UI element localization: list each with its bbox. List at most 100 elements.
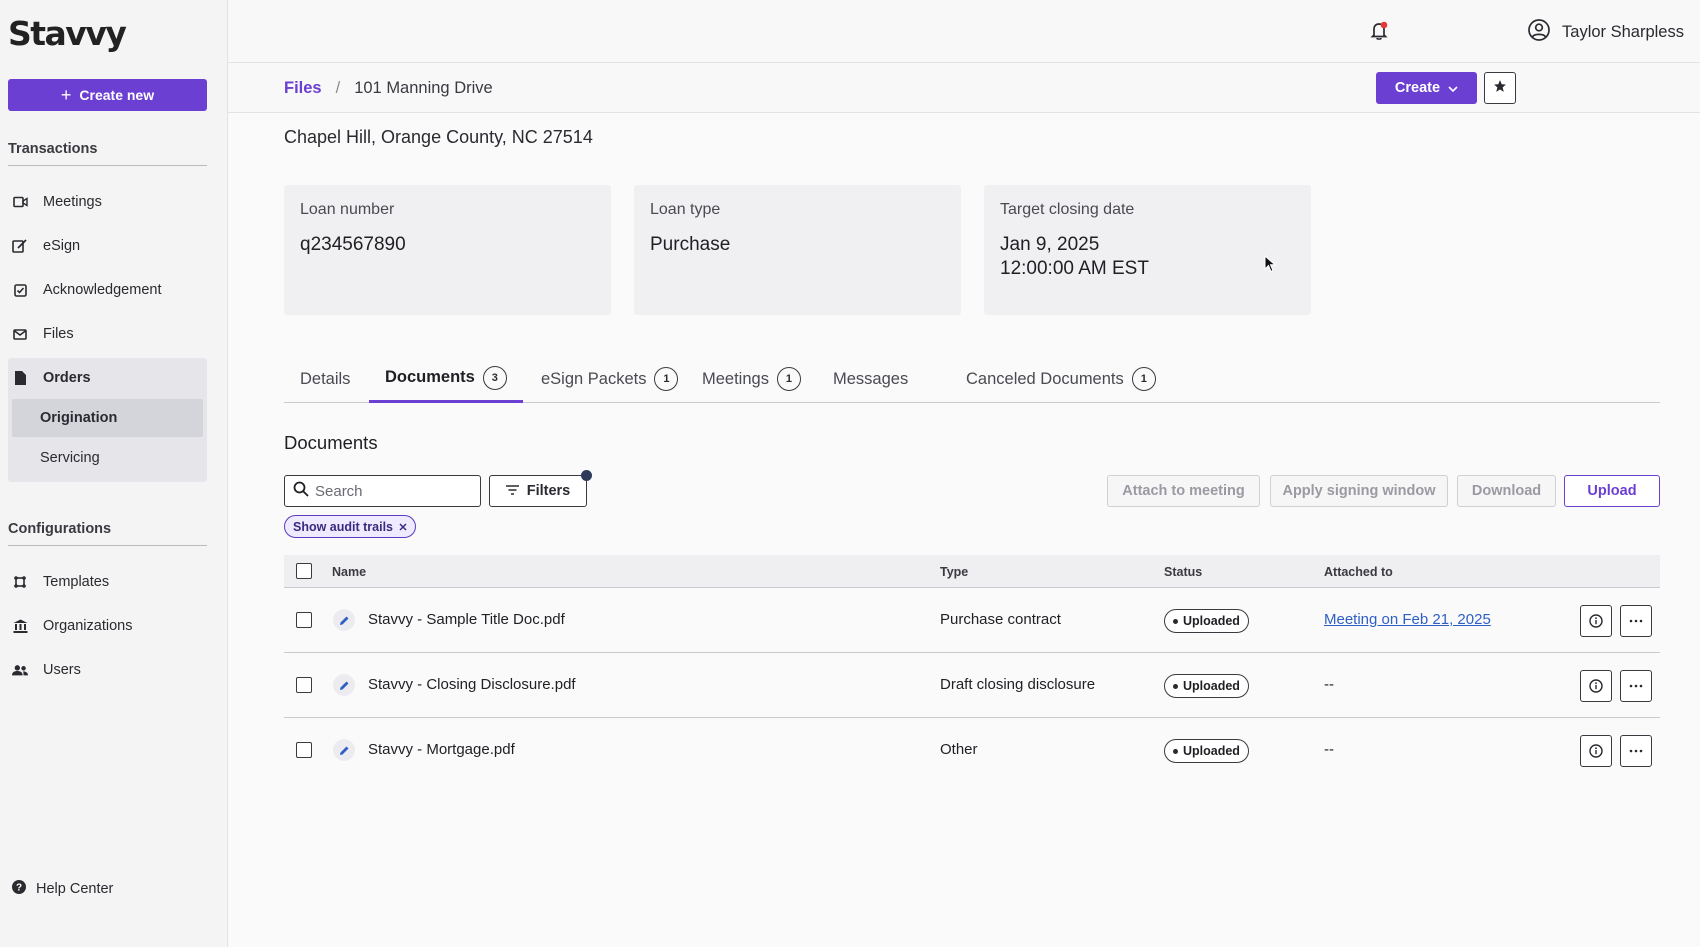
- apply-signing-window-button[interactable]: Apply signing window: [1270, 475, 1448, 507]
- table-row[interactable]: Stavvy - Sample Title Doc.pdf Purchase c…: [284, 588, 1660, 653]
- help-icon: ?: [12, 880, 26, 898]
- filter-icon: [505, 483, 519, 499]
- edit-pencil-icon[interactable]: [333, 739, 355, 761]
- sidebar-subitem-label: Origination: [40, 410, 118, 426]
- attached-meeting-link[interactable]: Meeting on Feb 21, 2025: [1324, 611, 1491, 628]
- search-input[interactable]: [315, 482, 475, 500]
- checkbox-icon: [12, 282, 28, 298]
- status-dot: [1173, 748, 1178, 754]
- upload-button[interactable]: Upload: [1564, 475, 1660, 507]
- ellipsis-icon: [1629, 749, 1643, 753]
- chevron-down-icon: [1448, 80, 1458, 96]
- top-bar: Taylor Sharpless: [228, 0, 1700, 63]
- video-icon: [12, 194, 28, 210]
- document-icon: [12, 370, 28, 386]
- closing-time: 12:00:00 AM EST: [1000, 258, 1149, 279]
- column-header-status[interactable]: Status: [1164, 565, 1202, 579]
- tab-label: Documents: [385, 368, 475, 386]
- row-checkbox[interactable]: [296, 742, 312, 758]
- edit-pencil-icon[interactable]: [333, 609, 355, 631]
- select-all-checkbox[interactable]: [296, 563, 312, 579]
- users-icon: [12, 662, 28, 678]
- tab-label: Details: [300, 369, 351, 388]
- sidebar-subitem-label: Servicing: [40, 450, 100, 466]
- tab-count-badge: 1: [1131, 367, 1156, 391]
- status-label: Uploaded: [1183, 744, 1240, 758]
- create-dropdown-button[interactable]: Create: [1376, 72, 1477, 104]
- info-button[interactable]: [1580, 735, 1612, 767]
- stavvy-logo[interactable]: Stavvy: [8, 14, 127, 53]
- table-header: Name Type Status Attached to: [284, 555, 1660, 588]
- sidebar-item-origination[interactable]: Origination: [12, 399, 203, 437]
- close-icon[interactable]: [399, 520, 407, 534]
- info-button[interactable]: [1580, 670, 1612, 702]
- tab-canceled-documents[interactable]: Canceled Documents 1: [950, 355, 1172, 403]
- help-center-link[interactable]: ? Help Center: [12, 880, 113, 898]
- favorite-button[interactable]: [1484, 72, 1516, 104]
- create-button-label: Create: [1394, 80, 1441, 96]
- sidebar-item-label: Orders: [43, 370, 91, 386]
- row-checkbox[interactable]: [296, 677, 312, 693]
- show-audit-trails-chip[interactable]: Show audit trails: [284, 515, 417, 538]
- edit-pencil-icon[interactable]: [333, 674, 355, 696]
- star-icon: [1493, 79, 1507, 98]
- status-badge: Uploaded: [1164, 609, 1249, 633]
- sidebar-item-label: Organizations: [43, 618, 133, 634]
- document-name[interactable]: Stavvy - Closing Disclosure.pdf: [368, 676, 576, 693]
- user-avatar-icon: [1528, 19, 1550, 46]
- sidebar-item-templates[interactable]: Templates: [8, 564, 207, 600]
- attached-to-value: --: [1324, 741, 1334, 758]
- transactions-section-title: Transactions: [8, 141, 207, 166]
- status-dot: [1173, 683, 1178, 689]
- create-new-button[interactable]: + Create new: [8, 79, 207, 111]
- tab-documents[interactable]: Documents 3: [369, 355, 523, 403]
- sidebar-item-files[interactable]: Files: [8, 316, 207, 352]
- table-row[interactable]: Stavvy - Mortgage.pdf Other Uploaded --: [284, 718, 1660, 783]
- tab-label: Canceled Documents: [966, 369, 1124, 388]
- filters-button[interactable]: Filters: [489, 470, 592, 507]
- attach-to-meeting-button[interactable]: Attach to meeting: [1107, 475, 1260, 507]
- ellipsis-icon: [1629, 684, 1643, 688]
- sidebar-item-organizations[interactable]: Organizations: [8, 608, 207, 644]
- sidebar-item-label: Files: [43, 326, 74, 342]
- tab-esign-packets[interactable]: eSign Packets 1: [525, 355, 694, 403]
- sidebar-item-label: Users: [43, 662, 81, 678]
- info-button[interactable]: [1580, 605, 1612, 637]
- sidebar-item-label: Meetings: [43, 194, 102, 210]
- document-name[interactable]: Stavvy - Mortgage.pdf: [368, 741, 515, 758]
- more-options-button[interactable]: [1620, 735, 1652, 767]
- download-button[interactable]: Download: [1457, 475, 1556, 507]
- table-row[interactable]: Stavvy - Closing Disclosure.pdf Draft cl…: [284, 653, 1660, 718]
- signature-icon: [12, 238, 28, 254]
- active-filter-indicator: [581, 470, 592, 481]
- column-header-attached-to[interactable]: Attached to: [1324, 565, 1393, 579]
- tab-meetings[interactable]: Meetings 1: [686, 355, 817, 403]
- column-header-type[interactable]: Type: [940, 565, 968, 579]
- notification-bell-icon[interactable]: [1370, 21, 1388, 46]
- chip-label: Show audit trails: [293, 519, 394, 534]
- tab-messages[interactable]: Messages: [817, 355, 924, 403]
- sidebar-item-users[interactable]: Users: [8, 652, 207, 688]
- sidebar-item-orders[interactable]: Orders: [8, 360, 207, 396]
- row-checkbox[interactable]: [296, 612, 312, 628]
- tab-details[interactable]: Details: [284, 355, 366, 403]
- column-header-name[interactable]: Name: [332, 565, 366, 579]
- target-closing-date-card: Target closing date Jan 9, 2025 12:00:00…: [984, 185, 1311, 315]
- user-menu[interactable]: Taylor Sharpless: [1528, 19, 1684, 46]
- sidebar-item-esign[interactable]: eSign: [8, 228, 207, 264]
- sidebar-item-meetings[interactable]: Meetings: [8, 184, 207, 220]
- search-field[interactable]: [284, 475, 481, 507]
- document-name[interactable]: Stavvy - Sample Title Doc.pdf: [368, 611, 565, 628]
- sidebar-item-acknowledgement[interactable]: Acknowledgement: [8, 272, 207, 308]
- create-new-label: Create new: [79, 87, 155, 103]
- tab-count-badge: 1: [654, 367, 679, 391]
- card-value: q234567890: [300, 234, 406, 255]
- sidebar-item-label: eSign: [43, 238, 81, 254]
- sidebar-item-servicing[interactable]: Servicing: [12, 439, 203, 477]
- mail-icon: [12, 326, 28, 342]
- breadcrumb-files-link[interactable]: Files: [284, 79, 322, 98]
- help-center-label: Help Center: [36, 881, 114, 897]
- more-options-button[interactable]: [1620, 670, 1652, 702]
- info-icon: [1589, 744, 1603, 758]
- more-options-button[interactable]: [1620, 605, 1652, 637]
